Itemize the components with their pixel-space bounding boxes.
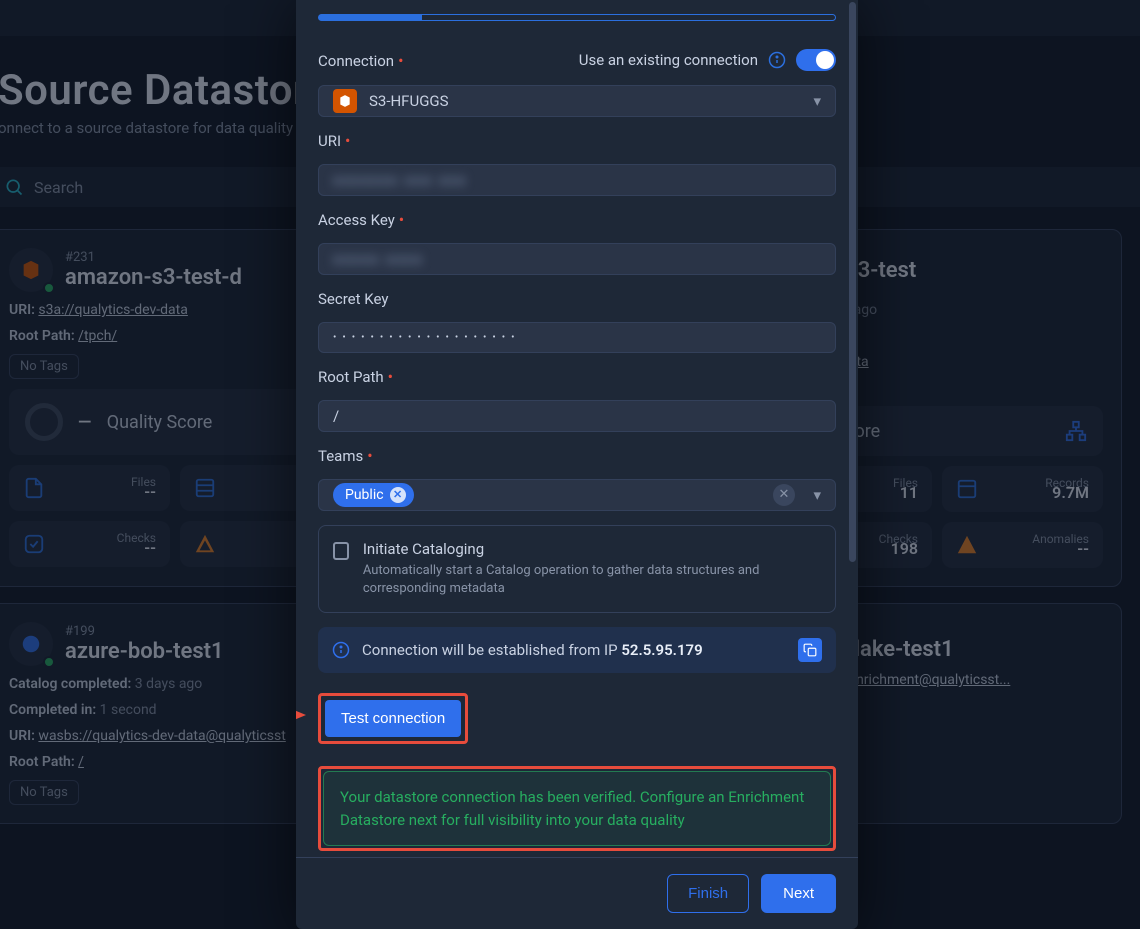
stepper bbox=[318, 14, 836, 21]
stat-anomalies: Anomalies-- bbox=[942, 522, 1103, 568]
s3-icon bbox=[333, 89, 357, 113]
highlight-test-connection: Test connection bbox=[318, 693, 468, 744]
chevron-down-icon: ▾ bbox=[813, 92, 821, 110]
access-key-input[interactable]: xxxxx xxxx bbox=[318, 243, 836, 275]
grid-icon bbox=[194, 477, 216, 499]
card-id: #231 bbox=[65, 250, 242, 265]
search-icon bbox=[4, 177, 24, 197]
team-chip[interactable]: Public ✕ bbox=[333, 483, 414, 507]
test-connection-button[interactable]: Test connection bbox=[325, 700, 461, 737]
card-name: amazon-s3-test-d bbox=[65, 265, 242, 290]
hierarchy-icon bbox=[1065, 420, 1087, 442]
uri-input[interactable]: xxxxxxx xxx xxx bbox=[318, 164, 836, 196]
card-name: azure-bob-test1 bbox=[65, 639, 224, 664]
azure-icon bbox=[20, 633, 42, 655]
initiate-cataloging-option[interactable]: Initiate Cataloging Automatically start … bbox=[318, 525, 836, 613]
stat-files: Files-- bbox=[9, 465, 170, 511]
uri-label: URI bbox=[318, 132, 350, 150]
add-datastore-modal: Connection Use an existing connection S3… bbox=[296, 0, 858, 929]
use-existing-toggle[interactable] bbox=[796, 49, 836, 71]
catalog-checkbox[interactable] bbox=[333, 542, 349, 560]
search-placeholder: Search bbox=[34, 178, 83, 197]
kv-row: Completed in: 1 second bbox=[9, 702, 341, 718]
connection-select[interactable]: S3-HFUGGS ▾ bbox=[318, 85, 836, 117]
tag-badge: No Tags bbox=[9, 354, 79, 379]
remove-chip-icon[interactable]: ✕ bbox=[390, 487, 406, 503]
use-existing-label: Use an existing connection bbox=[579, 51, 758, 69]
avatar bbox=[9, 622, 53, 666]
grid-icon bbox=[956, 478, 978, 500]
next-button[interactable]: Next bbox=[761, 874, 836, 913]
file-icon bbox=[23, 477, 45, 499]
chevron-down-icon: ▾ bbox=[813, 486, 821, 504]
stat-records: Records9.7M bbox=[942, 466, 1103, 512]
teams-label: Teams bbox=[318, 447, 373, 465]
info-icon bbox=[332, 641, 350, 659]
teams-select[interactable]: Public ✕ ✕ ▾ bbox=[318, 479, 836, 511]
kv-row: Root Path: /tpch/ bbox=[9, 328, 341, 344]
copy-ip-button[interactable] bbox=[798, 638, 822, 662]
quality-score: – Quality Score bbox=[9, 389, 341, 455]
kv-row: URI: s3a://qualytics-dev-data bbox=[9, 302, 341, 318]
clear-icon[interactable]: ✕ bbox=[773, 484, 795, 506]
root-path-label: Root Path bbox=[318, 368, 393, 386]
copy-icon bbox=[803, 643, 817, 657]
kv-row: URI: wasbs://qualytics-dev-data@qualytic… bbox=[9, 728, 341, 744]
highlight-success-message: Your datastore connection has been verif… bbox=[318, 766, 836, 851]
score-ring-icon bbox=[25, 403, 63, 441]
kv-row: Catalog completed: 3 days ago bbox=[9, 676, 341, 692]
finish-button[interactable]: Finish bbox=[667, 874, 749, 913]
warning-icon bbox=[194, 533, 216, 555]
avatar bbox=[9, 248, 53, 292]
connection-label: Connection bbox=[318, 51, 403, 70]
modal-scrollbar[interactable] bbox=[849, 0, 856, 918]
kv-row: Root Path: / bbox=[9, 754, 341, 770]
scrollbar-thumb[interactable] bbox=[849, 2, 856, 562]
info-icon bbox=[768, 51, 786, 69]
secret-key-input[interactable]: •••••••••••••••••••• bbox=[318, 322, 836, 354]
check-icon bbox=[23, 533, 45, 555]
ip-info-banner: Connection will be established from IP 5… bbox=[318, 627, 836, 673]
connection-value: S3-HFUGGS bbox=[369, 92, 449, 110]
callout-arrow bbox=[296, 707, 316, 719]
tag-badge: No Tags bbox=[9, 780, 79, 805]
secret-key-label: Secret Key bbox=[318, 290, 388, 308]
access-key-label: Access Key bbox=[318, 211, 404, 229]
root-path-input[interactable]: / bbox=[318, 400, 836, 432]
catalog-title: Initiate Cataloging bbox=[363, 540, 821, 558]
card-id: #199 bbox=[65, 624, 224, 639]
stat-checks: Checks-- bbox=[9, 521, 170, 567]
s3-icon bbox=[20, 259, 42, 281]
catalog-desc: Automatically start a Catalog operation … bbox=[363, 562, 821, 598]
ip-value: 52.5.95.179 bbox=[621, 641, 702, 659]
success-message: Your datastore connection has been verif… bbox=[323, 771, 831, 846]
warning-icon bbox=[956, 534, 978, 556]
status-dot bbox=[43, 282, 55, 294]
modal-footer: Finish Next bbox=[296, 857, 858, 929]
